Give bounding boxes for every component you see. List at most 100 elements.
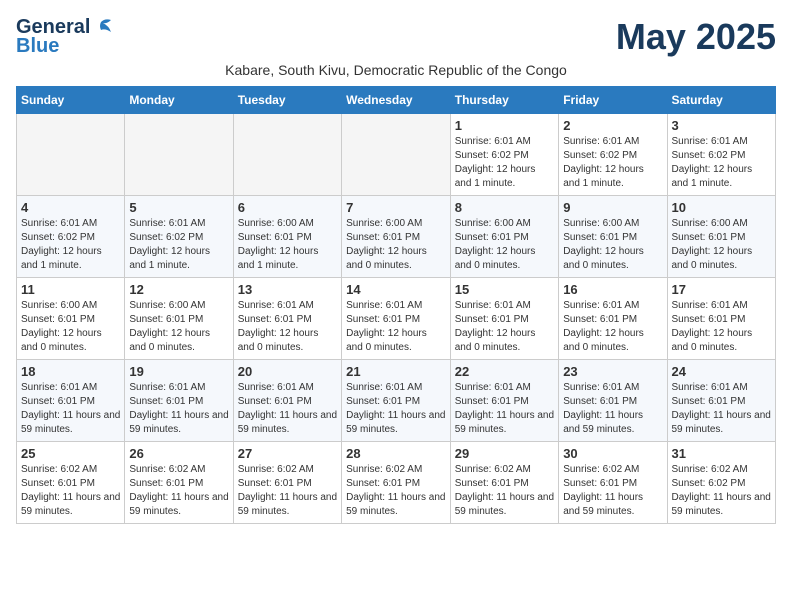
- calendar-day-cell: 22 Sunrise: 6:01 AM Sunset: 6:01 PM Dayli…: [450, 360, 558, 442]
- calendar-day-cell: [17, 114, 125, 196]
- day-number: 14: [346, 282, 446, 297]
- day-info: Sunrise: 6:00 AM Sunset: 6:01 PM Dayligh…: [238, 217, 337, 273]
- calendar-day-cell: 9 Sunrise: 6:00 AM Sunset: 6:01 PM Daylig…: [559, 196, 667, 278]
- calendar-day-cell: [233, 114, 341, 196]
- day-info: Sunrise: 6:00 AM Sunset: 6:01 PM Dayligh…: [346, 217, 446, 273]
- day-info: Sunrise: 6:01 AM Sunset: 6:01 PM Dayligh…: [21, 381, 120, 437]
- location-title: Kabare, South Kivu, Democratic Republic …: [16, 62, 776, 78]
- calendar-day-cell: 20 Sunrise: 6:01 AM Sunset: 6:01 PM Dayli…: [233, 360, 341, 442]
- calendar-day-cell: 23 Sunrise: 6:01 AM Sunset: 6:01 PM Dayli…: [559, 360, 667, 442]
- logo-bird-icon: [91, 18, 113, 38]
- calendar-day-cell: 5Sunrise: 6:01 AM Sunset: 6:02 PM Daylig…: [125, 196, 233, 278]
- calendar-day-cell: 2Sunrise: 6:01 AM Sunset: 6:02 PM Daylig…: [559, 114, 667, 196]
- day-number: 27: [238, 446, 337, 461]
- day-header-wednesday: Wednesday: [342, 87, 451, 114]
- day-info: Sunrise: 6:01 AM Sunset: 6:01 PM Dayligh…: [563, 381, 662, 437]
- day-info: Sunrise: 6:01 AM Sunset: 6:02 PM Dayligh…: [455, 135, 554, 191]
- calendar-week-row: 1 Sunrise: 6:01 AM Sunset: 6:02 PM Daylig…: [17, 114, 776, 196]
- day-number: 6: [238, 200, 337, 215]
- page-header: General Blue May 2025: [16, 16, 776, 58]
- calendar-day-cell: [342, 114, 451, 196]
- day-info: Sunrise: 6:02 AM Sunset: 6:01 PM Dayligh…: [238, 463, 337, 519]
- calendar-day-cell: 10 Sunrise: 6:00 AM Sunset: 6:01 PM Dayli…: [667, 196, 776, 278]
- day-number: 19: [129, 364, 228, 379]
- calendar-day-cell: 31 Sunrise: 6:02 AM Sunset: 6:02 PM Dayli…: [667, 442, 776, 524]
- day-number: 22: [455, 364, 554, 379]
- day-info: Sunrise: 6:00 AM Sunset: 6:01 PM Dayligh…: [563, 217, 662, 273]
- day-info: Sunrise: 6:01 AM Sunset: 6:01 PM Dayligh…: [455, 299, 554, 355]
- day-number: 11: [21, 282, 120, 297]
- day-info: Sunrise: 6:02 AM Sunset: 6:01 PM Dayligh…: [455, 463, 554, 519]
- calendar-day-cell: 8 Sunrise: 6:00 AM Sunset: 6:01 PM Daylig…: [450, 196, 558, 278]
- day-info: Sunrise: 6:01 AM Sunset: 6:01 PM Dayligh…: [129, 381, 228, 437]
- day-info: Sunrise: 6:01 AM Sunset: 6:01 PM Dayligh…: [455, 381, 554, 437]
- month-title: May 2025: [616, 16, 776, 58]
- day-header-saturday: Saturday: [667, 87, 776, 114]
- calendar-day-cell: [125, 114, 233, 196]
- day-header-friday: Friday: [559, 87, 667, 114]
- day-info: Sunrise: 6:01 AM Sunset: 6:02 PM Dayligh…: [563, 135, 662, 191]
- day-number: 13: [238, 282, 337, 297]
- calendar-table: SundayMondayTuesdayWednesdayThursdayFrid…: [16, 86, 776, 524]
- calendar-day-cell: 24 Sunrise: 6:01 AM Sunset: 6:01 PM Dayli…: [667, 360, 776, 442]
- day-info: Sunrise: 6:02 AM Sunset: 6:01 PM Dayligh…: [346, 463, 446, 519]
- calendar-day-cell: 12 Sunrise: 6:00 AM Sunset: 6:01 PM Dayli…: [125, 278, 233, 360]
- calendar-week-row: 4Sunrise: 6:01 AM Sunset: 6:02 PM Daylig…: [17, 196, 776, 278]
- day-info: Sunrise: 6:02 AM Sunset: 6:01 PM Dayligh…: [129, 463, 228, 519]
- day-number: 7: [346, 200, 446, 215]
- calendar-day-cell: 6 Sunrise: 6:00 AM Sunset: 6:01 PM Daylig…: [233, 196, 341, 278]
- day-number: 21: [346, 364, 446, 379]
- day-number: 16: [563, 282, 662, 297]
- day-number: 17: [672, 282, 772, 297]
- day-number: 23: [563, 364, 662, 379]
- day-info: Sunrise: 6:01 AM Sunset: 6:01 PM Dayligh…: [563, 299, 662, 355]
- calendar-day-cell: 15 Sunrise: 6:01 AM Sunset: 6:01 PM Dayli…: [450, 278, 558, 360]
- calendar-day-cell: 19 Sunrise: 6:01 AM Sunset: 6:01 PM Dayli…: [125, 360, 233, 442]
- day-number: 20: [238, 364, 337, 379]
- day-header-monday: Monday: [125, 87, 233, 114]
- day-info: Sunrise: 6:00 AM Sunset: 6:01 PM Dayligh…: [21, 299, 120, 355]
- day-info: Sunrise: 6:00 AM Sunset: 6:01 PM Dayligh…: [672, 217, 772, 273]
- calendar-day-cell: 21 Sunrise: 6:01 AM Sunset: 6:01 PM Dayli…: [342, 360, 451, 442]
- calendar-day-cell: 11 Sunrise: 6:00 AM Sunset: 6:01 PM Dayli…: [17, 278, 125, 360]
- day-number: 28: [346, 446, 446, 461]
- day-info: Sunrise: 6:01 AM Sunset: 6:01 PM Dayligh…: [672, 381, 772, 437]
- calendar-week-row: 18Sunrise: 6:01 AM Sunset: 6:01 PM Dayli…: [17, 360, 776, 442]
- day-number: 12: [129, 282, 228, 297]
- day-number: 24: [672, 364, 772, 379]
- day-info: Sunrise: 6:02 AM Sunset: 6:02 PM Dayligh…: [672, 463, 772, 519]
- calendar-day-cell: 16 Sunrise: 6:01 AM Sunset: 6:01 PM Dayli…: [559, 278, 667, 360]
- calendar-day-cell: 3Sunrise: 6:01 AM Sunset: 6:02 PM Daylig…: [667, 114, 776, 196]
- calendar-header-row: SundayMondayTuesdayWednesdayThursdayFrid…: [17, 87, 776, 114]
- day-info: Sunrise: 6:01 AM Sunset: 6:01 PM Dayligh…: [672, 299, 772, 355]
- calendar-day-cell: 14Sunrise: 6:01 AM Sunset: 6:01 PM Dayli…: [342, 278, 451, 360]
- calendar-day-cell: 25Sunrise: 6:02 AM Sunset: 6:01 PM Dayli…: [17, 442, 125, 524]
- day-info: Sunrise: 6:01 AM Sunset: 6:01 PM Dayligh…: [238, 381, 337, 437]
- day-header-sunday: Sunday: [17, 87, 125, 114]
- calendar-week-row: 25Sunrise: 6:02 AM Sunset: 6:01 PM Dayli…: [17, 442, 776, 524]
- calendar-day-cell: 28 Sunrise: 6:02 AM Sunset: 6:01 PM Dayli…: [342, 442, 451, 524]
- calendar-day-cell: 27 Sunrise: 6:02 AM Sunset: 6:01 PM Dayli…: [233, 442, 341, 524]
- day-info: Sunrise: 6:01 AM Sunset: 6:02 PM Dayligh…: [129, 217, 228, 273]
- logo: General Blue: [16, 16, 113, 58]
- day-number: 9: [563, 200, 662, 215]
- calendar-week-row: 11 Sunrise: 6:00 AM Sunset: 6:01 PM Dayli…: [17, 278, 776, 360]
- day-info: Sunrise: 6:01 AM Sunset: 6:01 PM Dayligh…: [346, 381, 446, 437]
- day-info: Sunrise: 6:02 AM Sunset: 6:01 PM Dayligh…: [563, 463, 662, 519]
- calendar-day-cell: 7 Sunrise: 6:00 AM Sunset: 6:01 PM Daylig…: [342, 196, 451, 278]
- day-number: 8: [455, 200, 554, 215]
- calendar-day-cell: 17 Sunrise: 6:01 AM Sunset: 6:01 PM Dayli…: [667, 278, 776, 360]
- day-number: 31: [672, 446, 772, 461]
- day-info: Sunrise: 6:01 AM Sunset: 6:02 PM Dayligh…: [672, 135, 772, 191]
- day-number: 15: [455, 282, 554, 297]
- day-number: 10: [672, 200, 772, 215]
- day-number: 26: [129, 446, 228, 461]
- calendar-day-cell: 13Sunrise: 6:01 AM Sunset: 6:01 PM Dayli…: [233, 278, 341, 360]
- day-number: 1: [455, 118, 554, 133]
- calendar-day-cell: 29 Sunrise: 6:02 AM Sunset: 6:01 PM Dayli…: [450, 442, 558, 524]
- day-info: Sunrise: 6:00 AM Sunset: 6:01 PM Dayligh…: [455, 217, 554, 273]
- calendar-day-cell: 1 Sunrise: 6:01 AM Sunset: 6:02 PM Daylig…: [450, 114, 558, 196]
- day-number: 29: [455, 446, 554, 461]
- day-info: Sunrise: 6:02 AM Sunset: 6:01 PM Dayligh…: [21, 463, 120, 519]
- day-info: Sunrise: 6:00 AM Sunset: 6:01 PM Dayligh…: [129, 299, 228, 355]
